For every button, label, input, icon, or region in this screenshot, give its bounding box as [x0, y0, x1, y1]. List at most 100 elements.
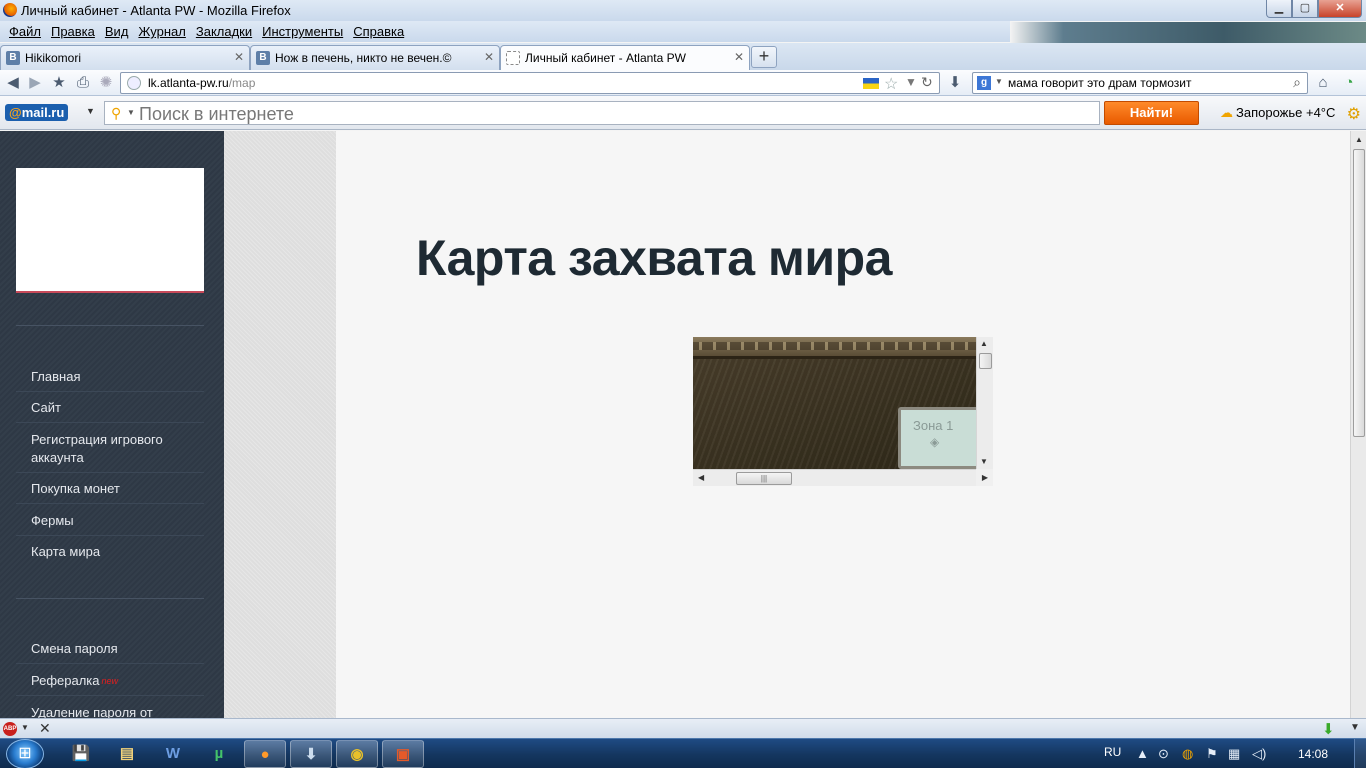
taskbar-utorrent-icon[interactable]: µ: [198, 740, 240, 768]
weather-widget[interactable]: ☁ Запорожье +4°C: [1220, 105, 1335, 121]
close-addon-bar-icon[interactable]: ✕: [39, 720, 51, 737]
google-engine-icon[interactable]: g: [977, 76, 991, 90]
sidebar-item-referral[interactable]: Рефералка new: [16, 672, 204, 696]
volume-icon[interactable]: ◁): [1252, 746, 1266, 762]
language-indicator[interactable]: RU: [1104, 745, 1121, 759]
tray-expand-icon[interactable]: ▲: [1136, 746, 1149, 761]
find-button[interactable]: Найти!: [1104, 101, 1199, 125]
close-tab-icon[interactable]: ✕: [734, 50, 744, 64]
sidebar-item-registration[interactable]: Регистрация игрового аккаунта: [16, 431, 204, 473]
engine-dropdown-icon[interactable]: ▼: [995, 77, 1003, 86]
new-tab-button[interactable]: +: [751, 46, 777, 68]
taskbar-explorer-icon[interactable]: ▤: [106, 740, 148, 768]
downloads-arrow-icon[interactable]: ⬇: [946, 74, 964, 92]
tab-atlanta-cabinet[interactable]: Личный кабинет - Atlanta PW ✕: [500, 45, 750, 70]
taskbar-firefox-icon[interactable]: ●: [244, 740, 286, 768]
gear-icon[interactable]: ⚙: [1347, 104, 1361, 124]
scroll-left-arrow-icon[interactable]: ◀: [698, 473, 704, 482]
scroll-up-arrow-icon[interactable]: ▲: [980, 339, 988, 348]
scroll-down-arrow-icon[interactable]: ▼: [980, 457, 988, 466]
sidebar-item-world-map[interactable]: Карта мира: [16, 543, 204, 561]
sidebar: Главная Сайт Регистрация игрового аккаун…: [0, 131, 224, 718]
sidebar-item-label: Рефералка: [31, 673, 100, 688]
mailru-logo[interactable]: @mail.ru: [5, 104, 69, 121]
maximize-button[interactable]: ▢: [1292, 0, 1318, 18]
close-tab-icon[interactable]: ✕: [484, 50, 494, 64]
page-scroll-thumb[interactable]: [1353, 149, 1365, 437]
tray-download-icon[interactable]: ⊙: [1158, 746, 1169, 762]
sidebar-item-change-password[interactable]: Смена пароля: [16, 640, 204, 664]
tray-app-icon[interactable]: ◍: [1182, 746, 1193, 762]
search-key-icon[interactable]: ⚲: [111, 105, 121, 122]
tab-knife-quote[interactable]: В Нож в печень, никто не вечен.© ✕: [250, 45, 500, 70]
menu-edit[interactable]: Правка: [46, 21, 100, 42]
map-zone[interactable]: Зона 1 ◈: [898, 407, 976, 469]
map-hscroll-thumb[interactable]: |||: [736, 472, 792, 485]
world-map-viewport[interactable]: Зона 1 ◈: [693, 337, 976, 469]
print-icon[interactable]: ⎙: [74, 74, 92, 92]
adblock-dropdown-icon[interactable]: ▼: [21, 723, 29, 732]
search-key-dropdown-icon[interactable]: ▼: [127, 108, 135, 117]
search-magnifier-icon[interactable]: ⌕: [1293, 74, 1301, 91]
minimize-button[interactable]: ▁: [1266, 0, 1292, 18]
loading-spinner-icon: ✺: [99, 74, 113, 91]
sidebar-item-buy-coins[interactable]: Покупка монет: [16, 480, 204, 504]
menu-history[interactable]: Журнал: [133, 21, 190, 42]
weather-text: Запорожье +4°C: [1236, 105, 1336, 120]
download-arrow-icon[interactable]: ⬇: [1322, 720, 1335, 738]
map-vertical-scrollbar[interactable]: ▲ ▼: [976, 337, 993, 469]
mailru-search-input[interactable]: ⚲ ▼ Поиск в интернете: [104, 101, 1100, 125]
site-logo[interactable]: [16, 168, 204, 293]
address-bar[interactable]: lk.atlanta-pw.ru/map ☆ ▼ ↻: [120, 72, 940, 94]
scroll-right-arrow-icon[interactable]: ▶: [982, 473, 988, 482]
page-vertical-scrollbar[interactable]: ▲: [1350, 131, 1366, 718]
address-url[interactable]: lk.atlanta-pw.ru/map: [148, 76, 255, 90]
close-tab-icon[interactable]: ✕: [234, 50, 244, 64]
history-dropdown-icon[interactable]: ▼: [905, 75, 917, 89]
search-bar[interactable]: g ▼ мама говорит это драм тормозит ⌕: [972, 72, 1308, 94]
taskbar-game-icon[interactable]: ▣: [382, 740, 424, 768]
close-window-button[interactable]: ✕: [1318, 0, 1362, 18]
show-desktop-button[interactable]: [1354, 739, 1366, 768]
menu-help[interactable]: Справка: [348, 21, 409, 42]
sidebar-item-label: Сайт: [31, 400, 61, 415]
action-center-flag-icon[interactable]: ⚑: [1206, 746, 1218, 762]
reload-icon[interactable]: ↻: [921, 74, 933, 91]
scroll-up-arrow-icon[interactable]: ▲: [1355, 135, 1363, 144]
bookmark-star-icon[interactable]: ☆: [884, 74, 898, 94]
mailru-menu-dropdown-icon[interactable]: ▼: [86, 106, 95, 116]
page-viewport: Главная Сайт Регистрация игрового аккаун…: [0, 131, 1350, 718]
start-button[interactable]: ⊞: [6, 739, 44, 768]
menu-view[interactable]: Вид: [100, 21, 134, 42]
network-icon[interactable]: ▦: [1228, 746, 1240, 762]
sidebar-divider: [16, 325, 204, 326]
forward-arrow-icon[interactable]: ▶: [26, 74, 44, 92]
search-query[interactable]: мама говорит это драм тормозит: [1008, 76, 1191, 90]
taskbar-chrome-icon[interactable]: ◉: [336, 740, 378, 768]
taskbar-word-icon[interactable]: W: [152, 740, 194, 768]
taskbar-save-icon[interactable]: 💾: [60, 740, 102, 768]
taskbar-clock[interactable]: 14:08: [1298, 747, 1328, 761]
sidebar-item-remove-bank-password[interactable]: Удаление пароля от банка: [16, 704, 204, 718]
map-horizontal-scrollbar[interactable]: ◀ ||| ▶: [693, 469, 988, 486]
menu-file[interactable]: Файл: [4, 21, 46, 42]
firefox-logo-icon: [3, 3, 17, 17]
addon-bar-dropdown-icon[interactable]: ▼: [1350, 722, 1360, 733]
sidebar-item-site[interactable]: Сайт: [16, 399, 204, 423]
sidebar-item-label: Покупка монет: [31, 481, 120, 496]
taskbar-download-icon[interactable]: ⬇: [290, 740, 332, 768]
site-identity-icon[interactable]: [127, 76, 141, 90]
sidebar-item-farms[interactable]: Фермы: [16, 512, 204, 536]
menu-tools[interactable]: Инструменты: [257, 21, 348, 42]
sidebar-item-divider: [16, 695, 204, 696]
back-arrow-icon[interactable]: ◀: [4, 74, 22, 92]
addon-green-icon[interactable]: ◔: [1340, 74, 1358, 92]
adblock-plus-icon[interactable]: ABP: [3, 722, 17, 736]
bookmarks-star-icon[interactable]: ★: [50, 74, 68, 92]
home-icon[interactable]: ⌂: [1314, 74, 1332, 92]
map-vscroll-thumb[interactable]: [979, 353, 992, 369]
menu-bookmarks[interactable]: Закладки: [191, 21, 257, 42]
sidebar-item-divider: [16, 503, 204, 504]
sidebar-item-home[interactable]: Главная: [16, 368, 204, 392]
tab-hikikomori[interactable]: В Hikikomori ✕: [0, 45, 250, 70]
